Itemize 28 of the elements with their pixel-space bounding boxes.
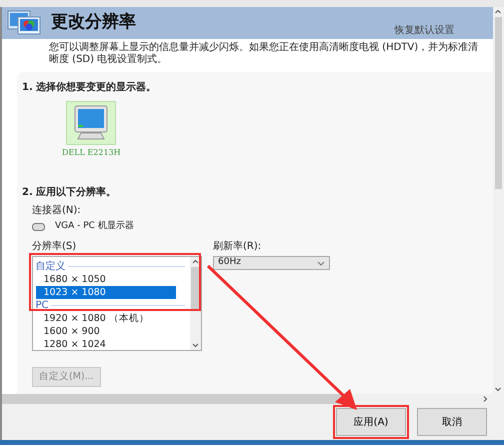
resolution-option[interactable]: 1920 × 1080 （本机）	[36, 312, 176, 324]
scroll-thumb[interactable]	[2, 394, 352, 404]
scroll-thumb[interactable]	[494, 17, 502, 189]
connector-icon	[32, 222, 45, 231]
monitor-icon	[72, 104, 110, 140]
monitor-name: DELL E2213H	[62, 147, 121, 159]
apply-button[interactable]: 应用(A)	[336, 408, 406, 436]
refresh-rate-label: 刷新率(R):	[213, 240, 262, 254]
display-settings-icon	[7, 9, 41, 37]
resolution-option[interactable]: 1280 × 1024	[36, 338, 176, 350]
resolution-option[interactable]: 1680 × 1050	[36, 272, 176, 286]
cancel-button[interactable]: 取消	[417, 408, 487, 436]
monitor-tile[interactable]	[66, 100, 116, 144]
section-heading: 2. 应用以下分辨率。	[22, 185, 118, 200]
group-header: PC	[36, 298, 49, 312]
resolution-list[interactable]: 自定义 1680 × 1050 1023 × 1080 PC 1920 × 1080 （本机） 1600 × 900 1280 × 1024	[32, 256, 202, 351]
connector-label: 连接器(N):	[32, 204, 82, 218]
group-header: 自定义	[36, 260, 66, 272]
section-heading: 1. 选择你想要变更的显示器。	[22, 80, 158, 94]
refresh-rate-dropdown[interactable]: 60Hz	[213, 256, 330, 270]
resolution-option[interactable]: 1023 × 1080	[36, 286, 176, 298]
restore-defaults-link[interactable]: 恢复默认设置	[394, 23, 455, 38]
page-title: 更改分辨率	[51, 11, 136, 34]
description: 您可以调整屏幕上显示的信息量并减少闪烁。如果您正在使用高清晰度电视 (HDTV)，并为标准清晰度 (SD) 电视设置制式。	[48, 40, 480, 66]
caret-icon	[317, 260, 325, 266]
connector-value: VGA - PC 机显示器	[55, 220, 134, 233]
resolution-option[interactable]: 1600 × 900	[36, 324, 176, 338]
resolution-label: 分辨率(S)	[32, 240, 78, 254]
